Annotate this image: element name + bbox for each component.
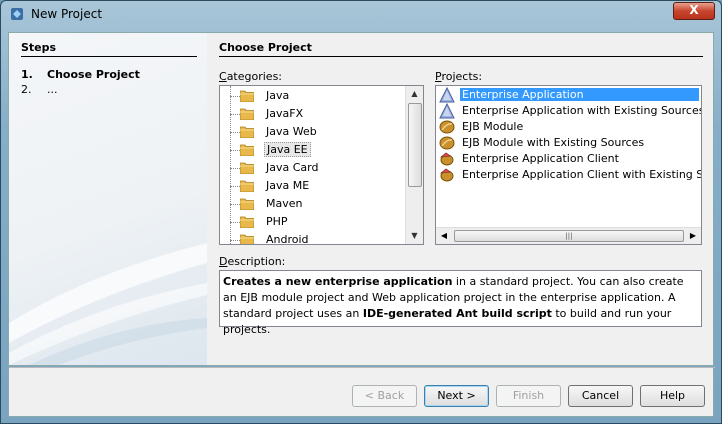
steps-heading: Steps [21,41,57,54]
tree-connector [230,186,240,187]
button-bar: < Back Next > Finish Cancel Help [8,367,715,417]
cancel-button[interactable]: Cancel [568,385,633,407]
project-label: Enterprise Application Client with Exist… [462,168,701,181]
project-item[interactable]: EJB Module with Existing Sources [438,135,701,151]
project-item[interactable]: Enterprise Application Client with Exist… [438,167,701,183]
background-swoosh-decoration [9,243,207,365]
netbeans-icon [11,8,23,20]
category-label: JavaFX [266,107,304,120]
close-button[interactable]: X [673,2,715,20]
main-panel: Choose Project Categories: Projects: ▲ ▼… [207,33,713,365]
description-bold-2: IDE-generated Ant build script [362,307,552,320]
description-label: Description: [219,255,286,268]
back-button[interactable]: < Back [352,385,417,407]
folder-icon [239,161,255,175]
scroll-thumb[interactable]: ||| [454,230,684,242]
folder-icon [239,179,255,193]
tree-connector [230,222,240,223]
project-item[interactable]: Enterprise Application Client [438,151,701,167]
step-number: 1. [21,68,33,81]
category-label: Java EE [264,142,311,157]
project-label: Enterprise Application with Existing Sou… [462,104,702,117]
enterprise-app-icon [439,86,455,103]
tree-connector [230,96,240,97]
categories-label: Categories: [219,70,283,83]
scroll-left-arrow[interactable]: ◀ [436,228,452,244]
page-title: Choose Project [219,41,312,54]
category-item[interactable]: Android [220,231,405,245]
next-button[interactable]: Next > [424,385,489,407]
folder-icon [239,89,255,103]
title-divider [219,56,703,57]
step-label: Choose Project [47,68,140,81]
categories-tree[interactable]: ▲ ▼ Java JavaFX Java Web Java EE Java Card Ja… [219,85,424,245]
description-label-rest: escription: [227,255,286,268]
category-item[interactable]: Java ME [220,177,405,195]
category-label: Maven [266,197,303,210]
tree-connector [230,168,240,169]
step-choose-project: 1. Choose Project [21,68,140,81]
category-label: Java Web [266,125,317,138]
category-label: PHP [266,215,288,228]
step-number: 2. [21,83,32,96]
project-label: Enterprise Application [460,88,699,101]
project-item[interactable]: EJB Module [438,119,701,135]
category-item[interactable]: Java Web [220,123,405,141]
category-label: Java ME [266,179,310,192]
folder-icon [239,215,255,229]
category-label: Android [266,233,309,245]
project-label: Enterprise Application Client [462,152,619,165]
category-label: Java [266,89,290,102]
category-item[interactable]: PHP [220,213,405,231]
categories-label-rest: ategories: [226,70,283,83]
description-box: Creates a new enterprise application in … [219,270,702,336]
projects-label: Projects: [435,70,483,83]
scroll-up-arrow[interactable]: ▲ [406,86,423,102]
title-bar[interactable]: New Project X [1,1,721,29]
projects-list[interactable]: ◀ ||| ▶ Enterprise Application Enterprise… [435,85,702,245]
wizard-content: Steps 1. Choose Project 2.... Choose Proj… [8,32,714,366]
ejb-bean-icon [439,119,455,135]
category-item[interactable]: JavaFX [220,105,405,123]
tree-connector [230,132,240,133]
step-label: ... [47,83,58,96]
folder-icon [239,233,255,244]
steps-panel: Steps 1. Choose Project 2.... [9,33,207,365]
project-label: EJB Module [462,120,524,133]
enterprise-app-icon [439,102,455,119]
finish-button[interactable]: Finish [496,385,561,407]
folder-icon [239,107,255,121]
scroll-thumb[interactable] [408,103,422,187]
app-client-icon [439,151,455,167]
category-item[interactable]: Maven [220,195,405,213]
step-pending: 2.... [21,83,58,96]
steps-divider [21,56,197,57]
folder-icon [239,197,255,211]
scroll-down-arrow[interactable]: ▼ [406,228,423,244]
categories-scrollbar[interactable]: ▲ ▼ [405,86,423,244]
window-title: New Project [31,7,103,21]
category-label: Java Card [266,161,319,174]
category-item[interactable]: Java EE [220,141,405,159]
category-item[interactable]: Java [220,87,405,105]
new-project-dialog: New Project X Steps 1. Choose Project 2..… [0,0,722,424]
project-label: EJB Module with Existing Sources [462,136,645,149]
tree-connector [230,150,240,151]
tree-connector [230,114,240,115]
scroll-right-arrow[interactable]: ▶ [685,228,701,244]
help-button[interactable]: Help [640,385,705,407]
category-item[interactable]: Java Card [220,159,405,177]
projects-horizontal-scrollbar[interactable]: ◀ ||| ▶ [436,227,701,244]
folder-icon [239,125,255,139]
projects-label-rest: rojects: [441,70,483,83]
tree-connector [230,204,240,205]
project-item[interactable]: Enterprise Application [438,86,701,103]
ejb-bean-icon [439,135,455,151]
project-item[interactable]: Enterprise Application with Existing Sou… [438,102,702,119]
description-bold-1: Creates a new enterprise application [223,275,453,288]
app-client-icon [439,167,455,183]
tree-connector [230,240,240,241]
folder-icon [239,143,255,157]
footer-divider [9,367,715,368]
